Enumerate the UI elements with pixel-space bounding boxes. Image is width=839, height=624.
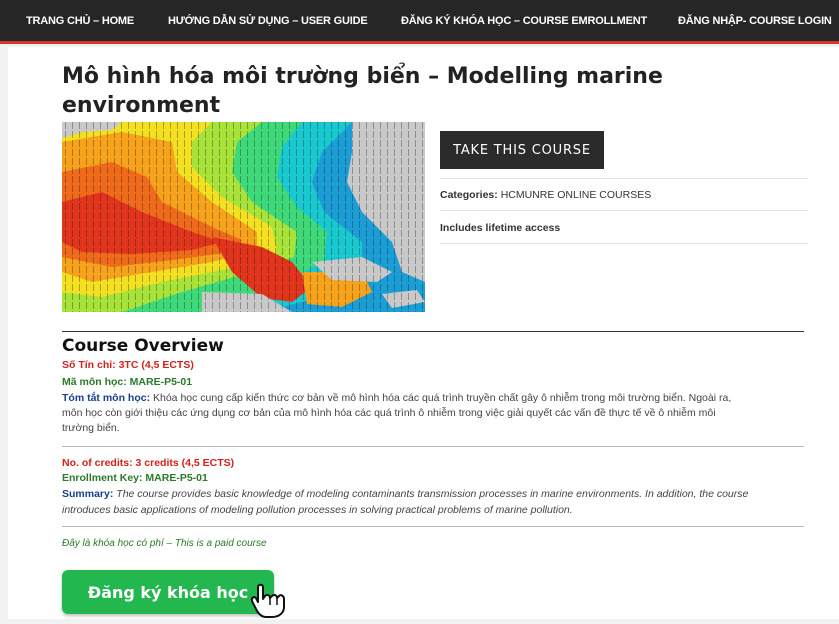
divider bbox=[62, 446, 804, 447]
divider bbox=[440, 210, 808, 211]
summary-en-text-1: The course provides basic knowledge of m… bbox=[116, 488, 749, 500]
lifetime-access-label: Includes lifetime access bbox=[440, 222, 561, 234]
nav-enrollment-link[interactable]: ĐĂNG KÝ KHÓA HỌC – COURSE EMROLLMENT bbox=[401, 15, 647, 27]
summary-en-label: Summary: bbox=[62, 488, 114, 500]
summary-en: Summary: The course provides basic knowl… bbox=[62, 487, 797, 502]
divider bbox=[440, 178, 808, 179]
summary-en-text-2: introduces basic applications of modelin… bbox=[62, 504, 573, 516]
credits-vi: Số Tín chỉ: 3TC (4,5 ECTS) bbox=[62, 359, 194, 371]
categories-label: Categories: bbox=[440, 189, 498, 201]
paid-course-note: Đây là khóa học có phí – This is a paid … bbox=[62, 538, 267, 549]
credits-en: No. of credits: 3 credits (4,5 ECTS) bbox=[62, 457, 235, 469]
summary-vi-text-1: Khóa học cung cấp kiến thức cơ bản về mô… bbox=[153, 392, 732, 404]
divider bbox=[440, 243, 808, 244]
summary-vi-text-3: trường biển. bbox=[62, 422, 120, 434]
summary-vi: Tóm tắt môn học: Khóa học cung cấp kiến … bbox=[62, 391, 797, 406]
course-code-vi: Mã môn học: MARE-P5-01 bbox=[62, 376, 193, 388]
enroll-course-button[interactable]: Đăng ký khóa học bbox=[62, 570, 274, 614]
categories-row: Categories: HCMUNRE ONLINE COURSES bbox=[440, 189, 651, 201]
nav-login-link[interactable]: ĐĂNG NHẬP- COURSE LOGIN bbox=[678, 15, 832, 27]
lifetime-access: Includes lifetime access bbox=[440, 222, 560, 234]
summary-vi-text-2: môn học còn giới thiệu các ứng dụng cơ b… bbox=[62, 407, 716, 419]
divider bbox=[62, 526, 804, 527]
nav-user-guide-link[interactable]: HƯỚNG DẪN SỬ DỤNG – USER GUIDE bbox=[168, 15, 368, 27]
enrollment-key-en: Enrollment Key: MARE-P5-01 bbox=[62, 472, 208, 484]
categories-link[interactable]: HCMUNRE ONLINE COURSES bbox=[501, 189, 652, 201]
hand-pointer-icon bbox=[250, 583, 292, 619]
ocean-model-map-image bbox=[62, 122, 425, 312]
course-overview-heading: Course Overview bbox=[62, 336, 224, 356]
summary-vi-label: Tóm tắt môn học: bbox=[62, 392, 151, 404]
top-navigation: TRANG CHỦ – HOME HƯỚNG DẪN SỬ DỤNG – USE… bbox=[0, 0, 839, 44]
nav-home-link[interactable]: TRANG CHỦ – HOME bbox=[26, 15, 134, 27]
overview-top-rule bbox=[62, 331, 804, 332]
take-this-course-button[interactable]: TAKE THIS COURSE bbox=[440, 131, 604, 169]
course-title: Mô hình hóa môi trường biển – Modelling … bbox=[62, 64, 663, 118]
